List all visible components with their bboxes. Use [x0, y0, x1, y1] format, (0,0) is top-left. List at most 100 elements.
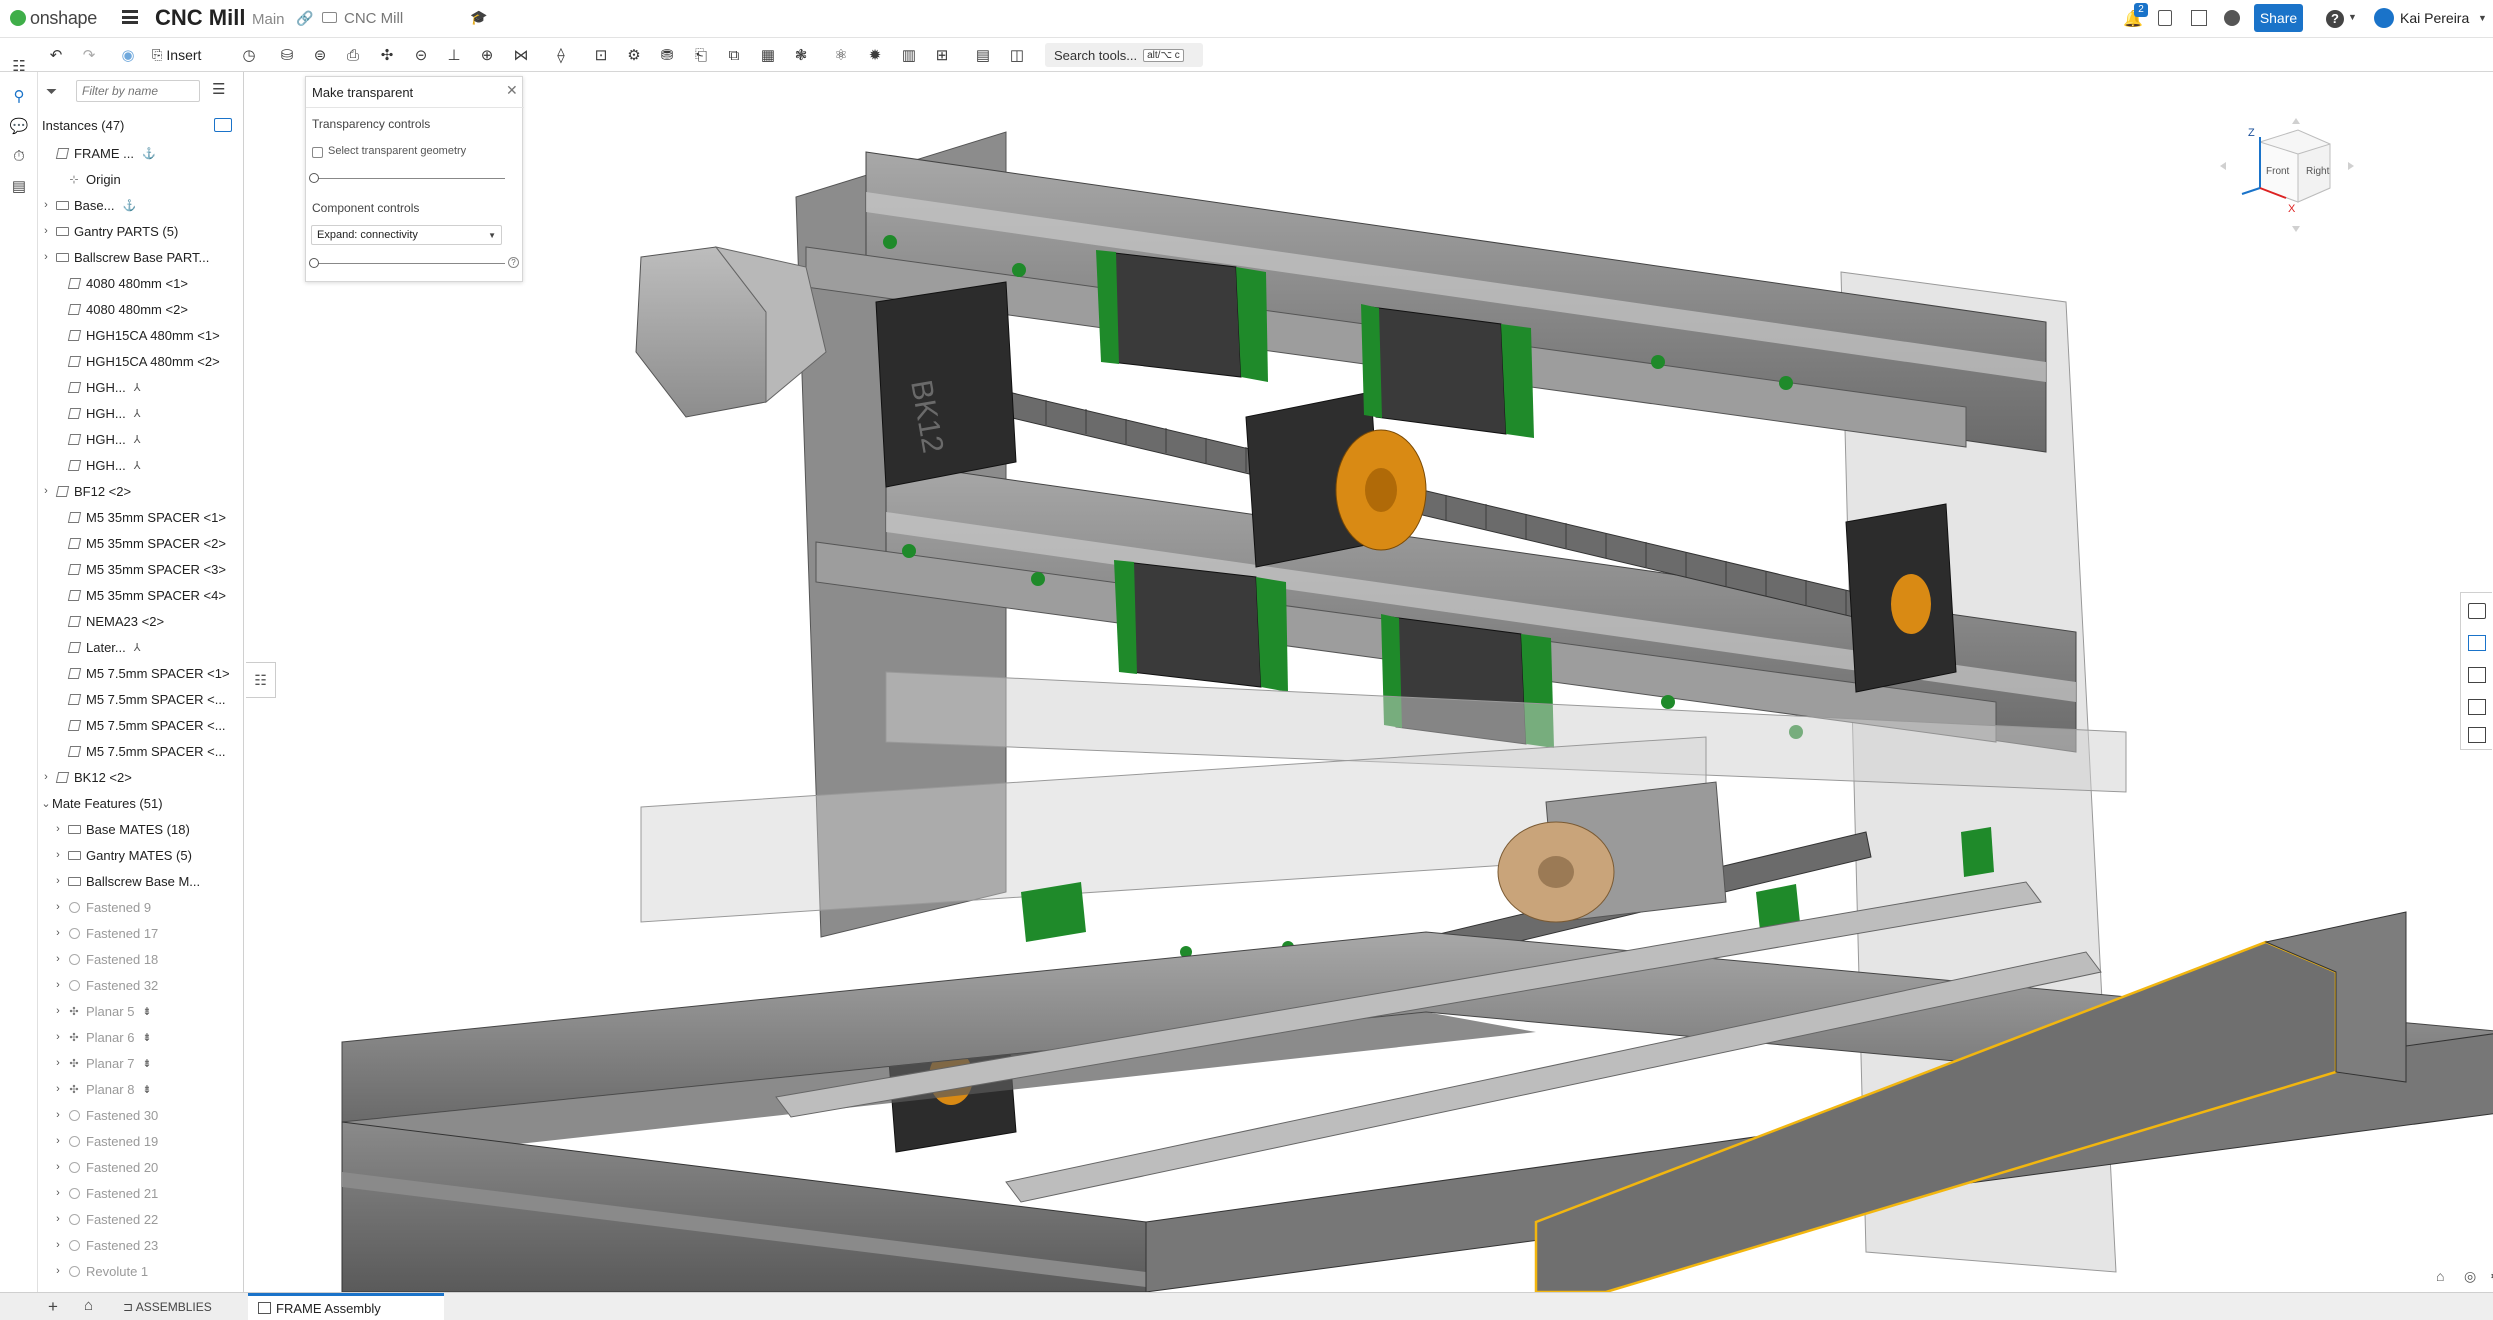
- replicate-icon[interactable]: ◷: [238, 44, 260, 66]
- expand-chevron-icon[interactable]: ›: [40, 771, 52, 783]
- expand-chevron-icon[interactable]: ›: [52, 1005, 64, 1017]
- graphics-viewport[interactable]: BK12 Z Front Right X Make transparent ✕ …: [246, 72, 2493, 1292]
- tree-item[interactable]: › BK12 <2>: [38, 764, 243, 790]
- tree-item[interactable]: › Fastened 9: [38, 894, 243, 920]
- expand-chevron-icon[interactable]: ›: [52, 1135, 64, 1147]
- tree-item[interactable]: 4080 480mm <2>: [38, 296, 243, 322]
- tree-item[interactable]: › Fastened 20: [38, 1154, 243, 1180]
- assemblies-filter[interactable]: ⊐ ASSEMBLIES: [123, 1300, 212, 1314]
- tree-item[interactable]: › ✣ Planar 5 ⇟: [38, 998, 243, 1024]
- expand-chevron-icon[interactable]: ›: [52, 1057, 64, 1069]
- expand-chevron-icon[interactable]: ›: [52, 1187, 64, 1199]
- dialog-close-icon[interactable]: ✕: [506, 82, 518, 99]
- user-chevron-down-icon[interactable]: ▼: [2478, 13, 2487, 23]
- tree-item[interactable]: › Ballscrew Base PART...: [38, 244, 243, 270]
- tree-item[interactable]: HGH... ⅄: [38, 452, 243, 478]
- expand-chevron-icon[interactable]: ›: [40, 251, 52, 263]
- branch-label[interactable]: Main: [252, 11, 285, 28]
- tree-item[interactable]: HGH... ⅄: [38, 426, 243, 452]
- circular-pattern-icon[interactable]: ❃: [790, 44, 812, 66]
- section-view-icon[interactable]: ◫: [1006, 44, 1028, 66]
- tree-item[interactable]: › ✣ Planar 6 ⇟: [38, 1024, 243, 1050]
- fastened-mate-icon[interactable]: ⛁: [276, 44, 298, 66]
- tree-item[interactable]: M5 35mm SPACER <1>: [38, 504, 243, 530]
- instance-list-icon[interactable]: ⚲: [0, 82, 38, 110]
- parallel-mate-icon[interactable]: ⋈: [510, 44, 532, 66]
- named-positions-icon[interactable]: ✹: [864, 44, 886, 66]
- new-folder-icon[interactable]: [214, 118, 232, 132]
- appearance-panel-icon[interactable]: [2468, 635, 2486, 651]
- tree-item[interactable]: › Fastened 17: [38, 920, 243, 946]
- expand-chevron-icon[interactable]: ⌄: [40, 797, 52, 810]
- show-hide-icon[interactable]: ⌂: [2436, 1268, 2444, 1284]
- tree-item[interactable]: M5 35mm SPACER <3>: [38, 556, 243, 582]
- redo-icon[interactable]: ↷: [78, 44, 100, 66]
- slider-mate-icon[interactable]: ⎙: [342, 44, 364, 66]
- gear-relation-icon[interactable]: ⛃: [656, 44, 678, 66]
- instances-header[interactable]: Instances (47): [42, 118, 124, 133]
- expand-chevron-icon[interactable]: ›: [52, 1031, 64, 1043]
- hamburger-menu-icon[interactable]: [122, 10, 138, 24]
- tree-item[interactable]: › BF12 <2>: [38, 478, 243, 504]
- tab-manager-icon[interactable]: ⌂: [84, 1297, 93, 1314]
- expand-chevron-icon[interactable]: ›: [52, 953, 64, 965]
- tree-collapse-handle-icon[interactable]: ☷: [246, 662, 276, 698]
- regenerate-icon[interactable]: ◉: [117, 44, 139, 66]
- onshape-logo-icon[interactable]: [10, 10, 26, 26]
- expand-chevron-icon[interactable]: ›: [52, 979, 64, 991]
- relation-icon[interactable]: ⚙: [623, 44, 645, 66]
- tree-item[interactable]: › Gantry MATES (5): [38, 842, 243, 868]
- tree-item[interactable]: HGH15CA 480mm <2>: [38, 348, 243, 374]
- expand-chevron-icon[interactable]: ›: [52, 901, 64, 913]
- tree-item[interactable]: › Fastened 18: [38, 946, 243, 972]
- tree-item[interactable]: HGH... ⅄: [38, 400, 243, 426]
- properties-panel-icon[interactable]: [2468, 603, 2486, 619]
- tree-item[interactable]: › Fastened 23: [38, 1232, 243, 1258]
- app-store-icon[interactable]: [2224, 10, 2240, 26]
- expand-chevron-icon[interactable]: ›: [52, 927, 64, 939]
- pin-slot-mate-icon[interactable]: ⊥: [443, 44, 465, 66]
- linear-pattern-icon[interactable]: ▦: [757, 44, 779, 66]
- expand-chevron-icon[interactable]: ›: [52, 823, 64, 835]
- document-title[interactable]: CNC Mill: [155, 5, 245, 31]
- document-info-icon[interactable]: [2158, 10, 2172, 26]
- tree-item[interactable]: › Fastened 19: [38, 1128, 243, 1154]
- properties-icon[interactable]: ▤: [0, 172, 38, 200]
- expand-chevron-icon[interactable]: ›: [52, 1083, 64, 1095]
- tree-item[interactable]: ⊹ Origin: [38, 166, 243, 192]
- tree-item[interactable]: M5 7.5mm SPACER <...: [38, 686, 243, 712]
- expand-chevron-icon[interactable]: ›: [52, 1161, 64, 1173]
- tree-item[interactable]: M5 7.5mm SPACER <1>: [38, 660, 243, 686]
- expand-chevron-icon[interactable]: ›: [52, 875, 64, 887]
- insert-button[interactable]: ⎘ Insert: [152, 44, 201, 66]
- group-icon[interactable]: ⊡: [590, 44, 612, 66]
- tab-frame-assembly[interactable]: FRAME Assembly: [248, 1293, 444, 1320]
- tree-item[interactable]: › ✣ Planar 7 ⇟: [38, 1050, 243, 1076]
- filter-funnel-icon[interactable]: ⏷: [46, 83, 57, 100]
- expand-chevron-icon[interactable]: ›: [52, 849, 64, 861]
- view-mode-icon[interactable]: ◎: [2464, 1268, 2476, 1285]
- tree-item[interactable]: › Base MATES (18): [38, 816, 243, 842]
- undo-icon[interactable]: ↶: [45, 44, 67, 66]
- help-icon[interactable]: ?: [2326, 10, 2344, 28]
- expand-chevron-icon[interactable]: ›: [40, 485, 52, 497]
- add-tab-plus-icon[interactable]: +: [48, 1297, 58, 1317]
- transparency-slider-track[interactable]: [314, 178, 505, 179]
- workspace-icon[interactable]: [2191, 10, 2207, 26]
- expand-select[interactable]: Expand: connectivity ▼: [311, 225, 502, 245]
- tree-item[interactable]: M5 7.5mm SPACER <...: [38, 712, 243, 738]
- tree-item[interactable]: M5 35mm SPACER <2>: [38, 530, 243, 556]
- component-slider-track[interactable]: [314, 263, 505, 264]
- tree-item[interactable]: › Base... ⚓: [38, 192, 243, 218]
- explode-icon[interactable]: ⚛: [830, 44, 852, 66]
- revolute-mate-icon[interactable]: ⊜: [309, 44, 331, 66]
- folder-label[interactable]: CNC Mill: [344, 10, 403, 27]
- tree-item[interactable]: › Ballscrew Base M...: [38, 868, 243, 894]
- search-tools-button[interactable]: Search tools... alt/⌥ c: [1045, 43, 1203, 67]
- link-icon[interactable]: 🔗: [296, 10, 313, 27]
- rack-relation-icon[interactable]: ⎗: [690, 44, 712, 66]
- tree-item[interactable]: NEMA23 <2>: [38, 608, 243, 634]
- tree-item[interactable]: FRAME ... ⚓: [38, 140, 243, 166]
- variables-panel-icon[interactable]: [2468, 727, 2486, 743]
- tree-item[interactable]: ⌄ Mate Features (51): [38, 790, 243, 816]
